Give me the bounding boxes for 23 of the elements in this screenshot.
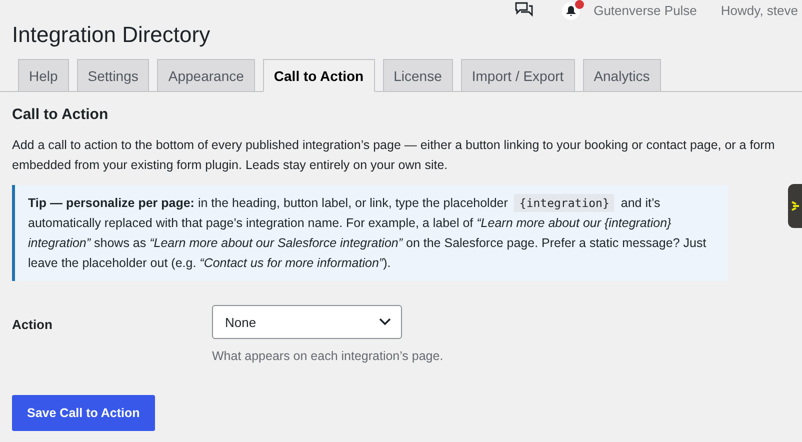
code-snippet: {integration} <box>514 194 614 212</box>
tab[interactable]: Appearance <box>157 59 255 91</box>
section-heading: Call to Action <box>12 106 110 123</box>
tab[interactable]: License <box>382 59 453 91</box>
notification-bell-icon[interactable] <box>562 0 584 20</box>
action-select[interactable]: None <box>212 305 402 339</box>
tab[interactable]: Call to Action <box>262 59 375 92</box>
help-text: What appears on each integration’s page. <box>212 349 444 363</box>
side-widget-tab[interactable] <box>788 184 802 228</box>
chevron-down-icon <box>379 318 391 326</box>
save-button[interactable]: Save Call to Action <box>12 395 155 431</box>
field-label: Action <box>12 316 54 332</box>
greeting-link[interactable]: Howdy, steve <box>720 2 798 18</box>
chat-icon[interactable] <box>514 1 534 19</box>
sparkle-icon <box>791 199 799 213</box>
tip-text: Tip — personalize per page: in the heading, button label, or link, type the placeholder {integration} and it’s automatically replaced with that page’s integration name. For example, a label of “Learn more about our {integration} integration” shows as “Learn more about our Salesforce integration” on the Salesforce page. Prefer a static message? Just leave the placeholder out (e.g. “Contact us for more information”). <box>12 185 728 281</box>
tab[interactable]: Help <box>18 59 69 91</box>
tab[interactable]: Import / Export <box>460 59 575 91</box>
site-name-link[interactable]: Gutenverse Pulse <box>594 2 697 18</box>
description-text: Add a call to action to the bottom of every published integration’s page — either a button linking to your booking or contact page, or a form embedded from your existing form plugin. Leads stay entirely on your own site. <box>12 137 776 174</box>
page-title: Integration Directory <box>12 22 212 48</box>
tab[interactable]: Analytics <box>582 59 661 91</box>
tab[interactable]: Settings <box>76 59 150 91</box>
